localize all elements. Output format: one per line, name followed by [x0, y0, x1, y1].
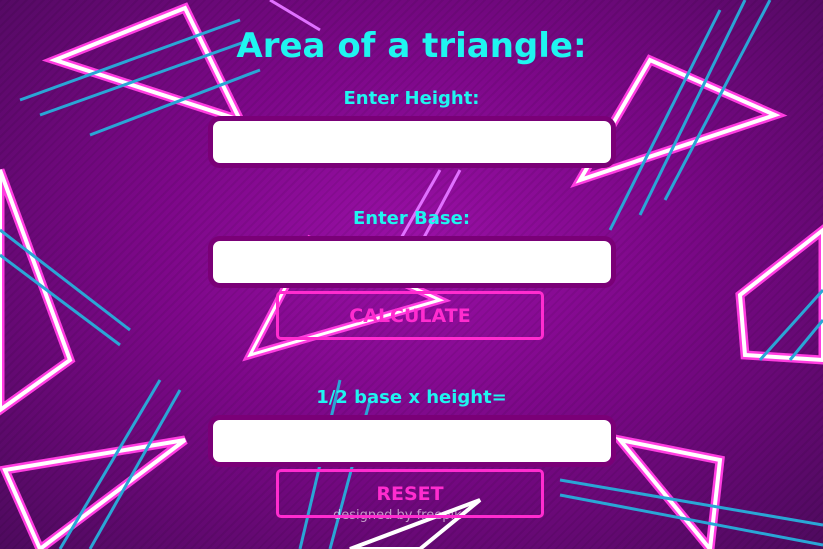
base-label: Enter Base: [352, 208, 471, 229]
calculate-button[interactable]: CALCULATE [276, 291, 544, 340]
reset-button[interactable]: RESET [276, 469, 544, 518]
result-label: 1/2 base x height= [316, 387, 507, 408]
height-label: Enter Height: [343, 88, 480, 109]
height-input[interactable] [208, 116, 616, 168]
page-title: Area of a triangle: [236, 26, 587, 66]
result-output[interactable] [208, 415, 616, 467]
base-input[interactable] [208, 236, 616, 288]
